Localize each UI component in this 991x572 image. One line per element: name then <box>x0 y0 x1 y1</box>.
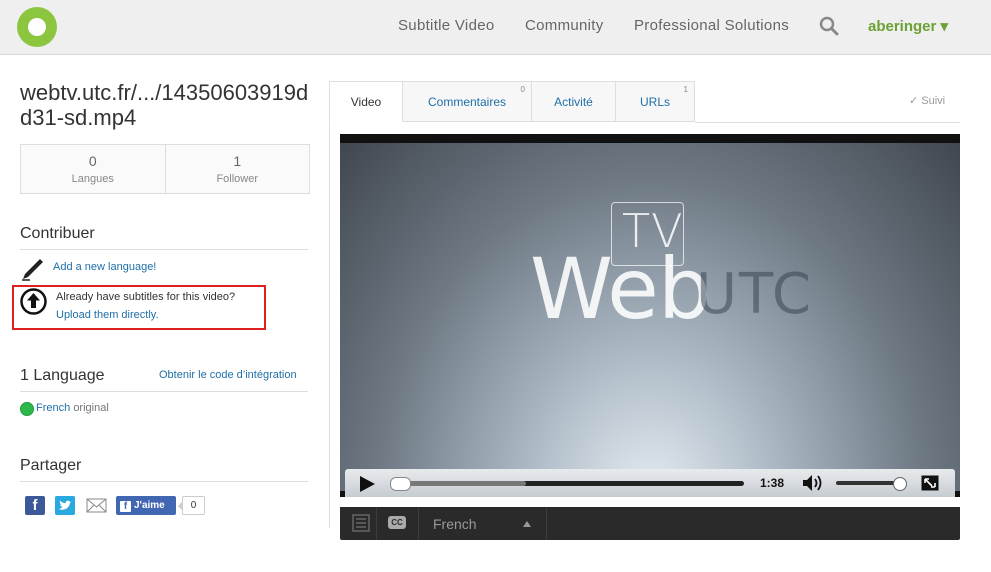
follow-toggle[interactable]: ✓ Suivi <box>909 94 945 107</box>
twitter-share-icon[interactable] <box>55 496 75 515</box>
play-icon[interactable] <box>360 476 375 492</box>
language-item-french: French original <box>36 402 109 414</box>
subtitle-bar-separator <box>376 507 377 540</box>
nav-community[interactable]: Community <box>525 17 604 34</box>
volume-icon[interactable] <box>801 474 825 492</box>
seek-handle[interactable] <box>390 477 411 491</box>
add-language-link[interactable]: Add a new language! <box>53 261 156 273</box>
video-stats: 0 Langues 1 Follower <box>20 144 310 194</box>
tab-comments-label: Commentaires <box>427 95 507 109</box>
language-link[interactable]: French <box>36 402 70 414</box>
nav-subtitle-video[interactable]: Subtitle Video <box>398 17 495 34</box>
tab-comments[interactable]: Commentaires 0 <box>403 81 532 122</box>
tab-comments-badge: 0 <box>520 85 525 94</box>
languages-heading: 1 Language <box>20 367 105 384</box>
share-heading: Partager <box>20 457 82 474</box>
player-controls: 1:38 <box>345 469 955 497</box>
tab-urls[interactable]: URLs 1 <box>616 81 695 122</box>
embed-code-link[interactable]: Obtenir le code d’intégration <box>159 369 297 381</box>
video-player[interactable]: TV Web UTC <box>340 134 960 497</box>
stat-followers: 1 Follower <box>164 145 310 193</box>
top-bar: Subtitle Video Community Professional So… <box>0 0 991 55</box>
tab-urls-label: URLs <box>639 95 670 109</box>
stat-followers-value: 1 <box>233 153 242 169</box>
search-icon[interactable] <box>819 16 839 36</box>
language-note: original <box>73 402 109 414</box>
stat-languages-label: Langues <box>71 173 114 185</box>
upload-arrow-icon[interactable] <box>20 288 47 315</box>
chevron-up-icon[interactable] <box>523 521 531 527</box>
upload-question: Already have subtitles for this video? <box>56 291 236 303</box>
subtitle-bar: CC French <box>340 507 960 540</box>
volume-handle[interactable] <box>893 477 907 491</box>
stat-languages: 0 Langues <box>21 145 165 193</box>
transcript-icon[interactable] <box>352 514 370 532</box>
facebook-like-icon: f <box>120 501 131 512</box>
facebook-like-button[interactable]: f J'aime <box>116 496 176 515</box>
subtitle-bar-separator <box>418 507 419 540</box>
closed-captions-icon[interactable]: CC <box>388 516 406 529</box>
video-title: webtv.utc.fr/.../14350603919dd31-sd.mp4 <box>20 80 309 130</box>
seek-buffered <box>392 481 526 486</box>
like-count: 0 <box>178 496 205 515</box>
contribute-divider <box>20 249 308 250</box>
language-status-dot <box>20 402 34 416</box>
facebook-share-icon[interactable]: f <box>25 496 45 515</box>
email-share-icon[interactable] <box>86 496 107 515</box>
fullscreen-icon[interactable] <box>921 475 939 491</box>
tab-video-label: Video <box>350 95 382 109</box>
like-label: J'aime <box>134 500 165 511</box>
playback-time: 1:38 <box>760 476 785 490</box>
subtitle-language-select[interactable]: French <box>433 516 477 532</box>
tabs-baseline <box>695 122 960 123</box>
tab-activity[interactable]: Activité <box>532 81 616 122</box>
webtv-logo-utc: UTC <box>696 262 814 327</box>
logo-icon[interactable] <box>17 7 57 47</box>
nav-professional-solutions[interactable]: Professional Solutions <box>634 17 789 34</box>
tab-urls-badge: 1 <box>683 85 688 94</box>
pen-icon <box>22 259 43 281</box>
tab-activity-label: Activité <box>554 95 593 109</box>
languages-divider <box>20 391 308 392</box>
video-tabs: Video Commentaires 0 Activité URLs 1 <box>329 81 695 123</box>
share-divider <box>20 481 308 482</box>
webtv-logo-web: Web <box>530 240 711 338</box>
contribute-heading: Contribuer <box>20 225 95 242</box>
tab-video[interactable]: Video <box>329 81 403 122</box>
seek-bar[interactable] <box>392 481 744 486</box>
panel-border <box>329 81 330 528</box>
subtitle-bar-separator <box>546 507 547 540</box>
stat-languages-value: 0 <box>88 153 97 169</box>
user-menu[interactable]: aberinger ▾ <box>868 17 948 35</box>
upload-subtitles-link[interactable]: Upload them directly. <box>56 309 159 321</box>
stat-followers-label: Follower <box>216 173 259 185</box>
video-letterbox-top <box>340 134 960 143</box>
